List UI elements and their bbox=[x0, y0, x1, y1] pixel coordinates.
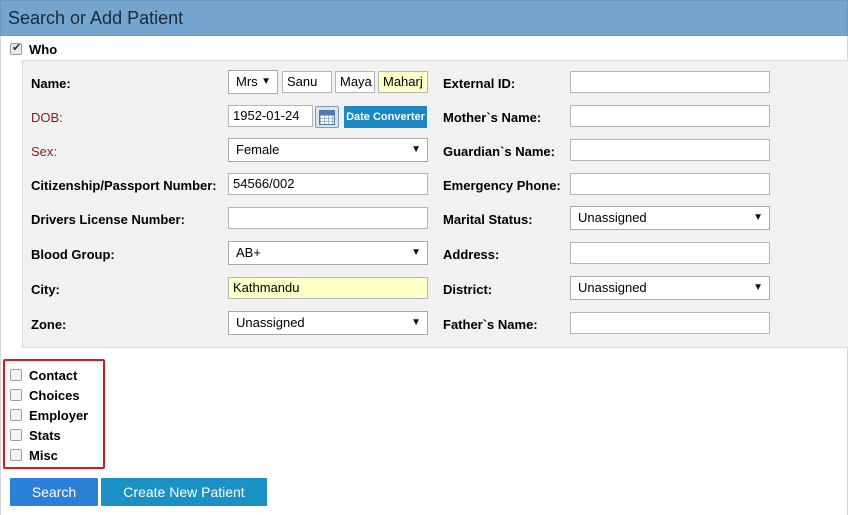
address-label: Address: bbox=[443, 247, 500, 262]
emergency-phone-input[interactable] bbox=[570, 173, 770, 195]
dob-label: DOB: bbox=[31, 110, 63, 125]
section-label-employer: Employer bbox=[29, 408, 89, 423]
drivers-license-input[interactable] bbox=[228, 207, 428, 229]
chevron-down-icon: ▼ bbox=[753, 212, 763, 223]
dob-input[interactable]: 1952-01-24 bbox=[228, 105, 313, 127]
district-value: Unassigned bbox=[578, 280, 647, 295]
chevron-down-icon: ▼ bbox=[261, 76, 271, 87]
section-checkbox-employer[interactable] bbox=[10, 409, 22, 421]
last-name-input[interactable]: Maharj bbox=[378, 71, 428, 93]
address-input[interactable] bbox=[570, 242, 770, 264]
drivers-license-label: Drivers License Number: bbox=[31, 212, 185, 227]
external-id-input[interactable] bbox=[570, 71, 770, 93]
zone-select[interactable]: Unassigned ▼ bbox=[228, 311, 428, 335]
page-title: Search or Add Patient bbox=[8, 8, 184, 28]
checkmark-icon: ✔ bbox=[12, 42, 22, 54]
blood-group-label: Blood Group: bbox=[31, 247, 115, 262]
mothers-name-input[interactable] bbox=[570, 105, 770, 127]
create-new-patient-button[interactable]: Create New Patient bbox=[101, 478, 267, 506]
section-label-choices: Choices bbox=[29, 388, 80, 403]
section-label-contact: Contact bbox=[29, 368, 78, 383]
first-name-input[interactable]: Sanu bbox=[282, 71, 332, 93]
marital-status-select[interactable]: Unassigned ▼ bbox=[570, 206, 770, 230]
title-bar: Search or Add Patient bbox=[0, 0, 848, 36]
who-label: Who bbox=[29, 42, 58, 57]
external-id-label: External ID: bbox=[443, 76, 516, 91]
name-title-value: Mrs bbox=[236, 74, 258, 89]
district-select[interactable]: Unassigned ▼ bbox=[570, 276, 770, 300]
guardians-name-label: Guardian`s Name: bbox=[443, 144, 555, 159]
section-checkbox-choices[interactable] bbox=[10, 389, 22, 401]
blood-group-value: AB+ bbox=[236, 245, 261, 260]
district-label: District: bbox=[443, 282, 493, 297]
section-checkbox-contact[interactable] bbox=[10, 369, 22, 381]
calendar-icon[interactable] bbox=[315, 106, 339, 128]
sex-value: Female bbox=[236, 142, 280, 157]
sex-select[interactable]: Female ▼ bbox=[228, 138, 428, 162]
zone-label: Zone: bbox=[31, 317, 67, 332]
city-label: City: bbox=[31, 282, 60, 297]
middle-name-input[interactable]: Maya bbox=[335, 71, 375, 93]
city-input[interactable]: Kathmandu bbox=[228, 277, 428, 299]
chevron-down-icon: ▼ bbox=[411, 317, 421, 328]
search-button[interactable]: Search bbox=[10, 478, 98, 506]
citizenship-input[interactable]: 54566/002 bbox=[228, 173, 428, 195]
section-label-misc: Misc bbox=[29, 448, 58, 463]
date-converter-button[interactable]: Date Converter bbox=[344, 106, 427, 128]
marital-status-value: Unassigned bbox=[578, 210, 647, 225]
mothers-name-label: Mother`s Name: bbox=[443, 110, 542, 125]
fathers-name-input[interactable] bbox=[570, 312, 770, 334]
name-title-select[interactable]: Mrs ▼ bbox=[228, 70, 278, 94]
section-checkbox-misc[interactable] bbox=[10, 449, 22, 461]
chevron-down-icon: ▼ bbox=[753, 282, 763, 293]
emergency-phone-label: Emergency Phone: bbox=[443, 178, 561, 193]
marital-status-label: Marital Status: bbox=[443, 212, 533, 227]
name-label: Name: bbox=[31, 76, 71, 91]
who-panel bbox=[22, 60, 848, 348]
guardians-name-input[interactable] bbox=[570, 139, 770, 161]
sex-label: Sex: bbox=[31, 144, 58, 159]
section-checkbox-stats[interactable] bbox=[10, 429, 22, 441]
citizenship-label: Citizenship/Passport Number: bbox=[31, 178, 217, 193]
zone-value: Unassigned bbox=[236, 315, 305, 330]
frame-border-left bbox=[0, 36, 1, 515]
chevron-down-icon: ▼ bbox=[411, 247, 421, 258]
chevron-down-icon: ▼ bbox=[411, 144, 421, 155]
who-checkbox[interactable]: ✔ bbox=[10, 42, 22, 55]
blood-group-select[interactable]: AB+ ▼ bbox=[228, 241, 428, 265]
section-label-stats: Stats bbox=[29, 428, 61, 443]
fathers-name-label: Father`s Name: bbox=[443, 317, 538, 332]
